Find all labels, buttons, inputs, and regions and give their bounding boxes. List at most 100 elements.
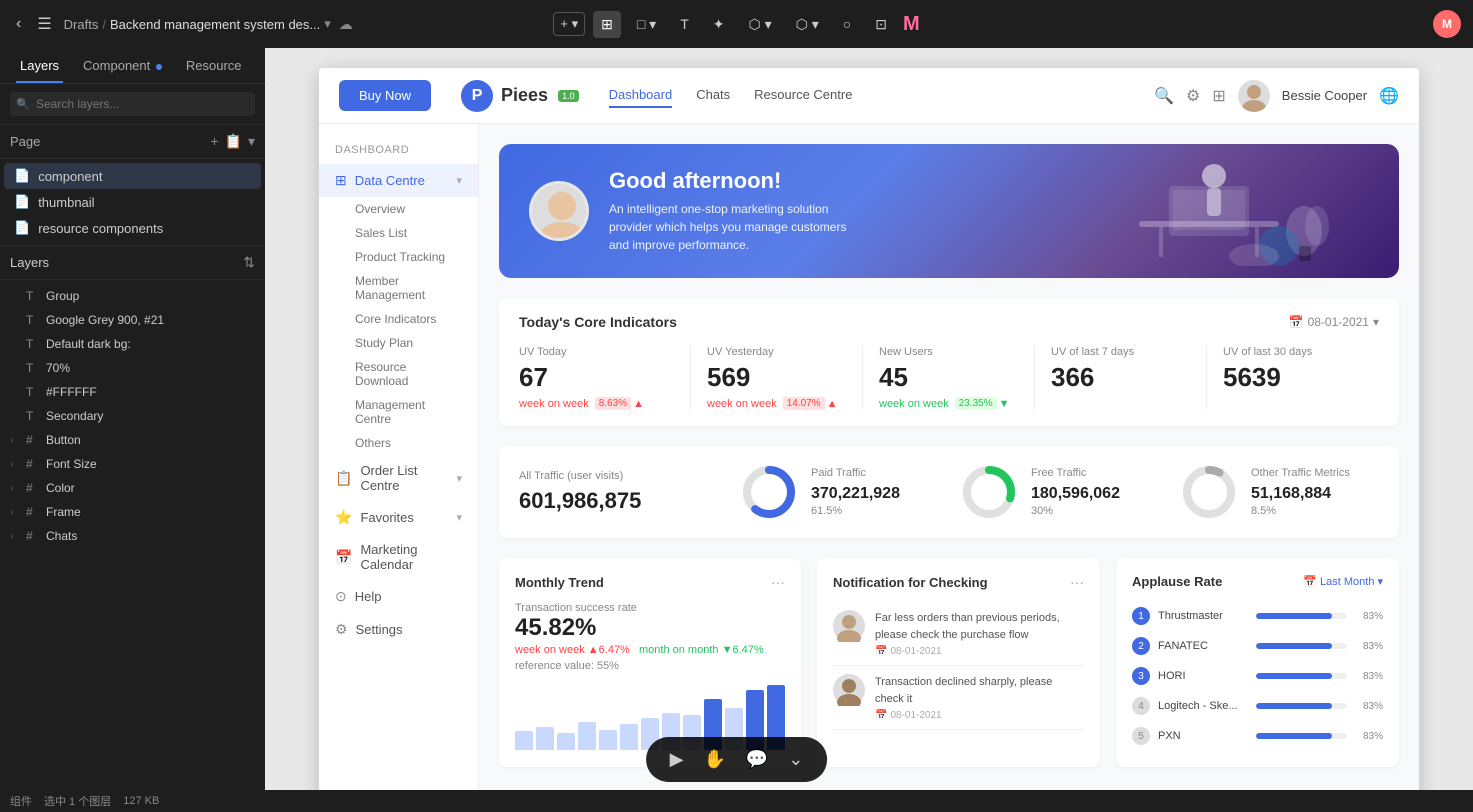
add-button[interactable]: + ▾ — [553, 12, 585, 36]
back-icon[interactable]: ‹ — [12, 11, 25, 37]
applause-pct-2: 83% — [1355, 671, 1383, 682]
layer-label-darkbg: Default dark bg: — [46, 337, 131, 351]
indicator-label-uv7: UV of last 7 days — [1051, 346, 1190, 358]
layer-item-fontsize[interactable]: › # Font Size — [0, 452, 265, 476]
canvas-area[interactable]: Buy Now P Piees 1.0 Dashboard Chats Reso… — [265, 48, 1473, 812]
layer-label-color: Color — [46, 481, 75, 495]
layer-expand-chats: › — [10, 531, 20, 542]
search-box — [0, 84, 265, 125]
layer-item-button[interactable]: › # Button — [0, 428, 265, 452]
monthly-trend-card: Monthly Trend ··· Transaction success ra… — [499, 558, 801, 767]
globe-icon[interactable]: 🌐 — [1379, 86, 1399, 106]
sidebar-sub-management[interactable]: Management Centre — [319, 393, 478, 431]
slice-tool[interactable]: ⊡ — [867, 11, 895, 38]
indicator-new-users: New Users 45 week on week 23.35% ▼ — [863, 346, 1035, 410]
sidebar-sub-others[interactable]: Others — [319, 431, 478, 455]
applause-bar-fill-2 — [1256, 673, 1332, 679]
float-tool-hand[interactable]: ✋ — [699, 745, 729, 774]
sidebar-sub-member[interactable]: Member Management — [319, 269, 478, 307]
float-tool-select[interactable]: ▶ — [666, 745, 688, 774]
sidebar-sub-overview[interactable]: Overview — [319, 197, 478, 221]
applause-item-4: 5 PXN 83% — [1132, 721, 1383, 751]
layer-item-group[interactable]: T Group — [0, 284, 265, 308]
circle-tool[interactable]: ○ — [835, 11, 859, 37]
pen-tool[interactable]: ✦ — [705, 11, 733, 38]
tab-layers[interactable]: Layers — [8, 48, 71, 83]
sidebar-item-orderlist[interactable]: 📋 Order List Centre ▾ — [319, 455, 478, 501]
tab-component[interactable]: Component — [71, 48, 174, 83]
sidebar-sub-product[interactable]: Product Tracking — [319, 245, 478, 269]
tab-resource[interactable]: Resource — [174, 48, 254, 83]
trend-week-change: week on week ▲6.47% — [515, 644, 630, 656]
shape-tool[interactable]: ⬡ ▾ — [741, 11, 780, 38]
traffic-other: Other Traffic Metrics 51,168,884 8.5% — [1179, 462, 1379, 522]
layer-item-grey[interactable]: T Google Grey 900, #21 — [0, 308, 265, 332]
nav-chats[interactable]: Chats — [696, 83, 730, 108]
page-chevron-icon[interactable]: ▾ — [248, 133, 255, 150]
indicator-label-newusers: New Users — [879, 346, 1018, 358]
frame-tool[interactable]: ⊞ — [593, 11, 621, 38]
layers-sort-icon[interactable]: ⇅ — [243, 254, 255, 271]
page-icon-resource: 📄 — [14, 220, 30, 236]
float-tool-comment[interactable]: 💬 — [742, 745, 772, 774]
sidebar-item-datacentre[interactable]: ⊞ Data Centre ▾ — [319, 164, 478, 197]
traffic-all: All Traffic (user visits) 601,986,875 — [519, 470, 719, 514]
page-item-thumbnail[interactable]: 📄 thumbnail — [4, 189, 261, 215]
banner-avatar — [529, 181, 589, 241]
sidebar-sub-saleslist[interactable]: Sales List — [319, 221, 478, 245]
sidebar-item-help[interactable]: ⊙ Help — [319, 580, 478, 613]
breadcrumb-chevron[interactable]: ▾ — [324, 16, 331, 32]
monthly-trend-more[interactable]: ··· — [771, 574, 785, 590]
rect-tool[interactable]: □ ▾ — [629, 11, 664, 38]
page-item-resource[interactable]: 📄 resource components — [4, 215, 261, 241]
notif-date-0: 📅 08-01-2021 — [875, 646, 1084, 657]
layer-item-white[interactable]: T #FFFFFF — [0, 380, 265, 404]
indicators-section: Today's Core Indicators 📅 08-01-2021 ▾ U… — [499, 298, 1399, 426]
search-input[interactable] — [10, 92, 255, 116]
buy-now-button[interactable]: Buy Now — [339, 80, 431, 111]
traffic-paid: Paid Traffic 370,221,928 61.5% — [739, 462, 939, 522]
layer-item-secondary[interactable]: T Secondary — [0, 404, 265, 428]
sidebar-sub-core[interactable]: Core Indicators — [319, 307, 478, 331]
sidebar-item-calendar[interactable]: 📅 Marketing Calendar — [319, 534, 478, 580]
sidebar-icon-orderlist: 📋 — [335, 470, 352, 487]
sidebar-sub-study[interactable]: Study Plan — [319, 331, 478, 355]
layer-icon-darkbg: T — [26, 337, 40, 351]
trend-ref: reference value: 55% — [515, 660, 785, 672]
notification-item-1: Transaction declined sharply, please che… — [833, 666, 1084, 730]
nav-resource[interactable]: Resource Centre — [754, 83, 852, 108]
indicator-value-uvtoday: 67 — [519, 362, 674, 393]
layer-item-frame[interactable]: › # Frame — [0, 500, 265, 524]
applause-period[interactable]: 📅 Last Month ▾ — [1303, 575, 1383, 588]
indicators-header: Today's Core Indicators 📅 08-01-2021 ▾ — [519, 314, 1379, 330]
page-items: 📄 component 📄 thumbnail 📄 resource compo… — [0, 159, 265, 246]
nav-dashboard[interactable]: Dashboard — [609, 83, 673, 108]
bar-3 — [578, 722, 596, 750]
special-tool[interactable]: M — [903, 13, 920, 36]
sidebar-item-settings[interactable]: ⚙ Settings — [319, 613, 478, 646]
menu-icon[interactable]: ☰ — [33, 10, 55, 38]
date-chevron[interactable]: ▾ — [1373, 315, 1379, 329]
component-tool[interactable]: ⬡ ▾ — [788, 11, 827, 38]
page-options-icon[interactable]: 📋 — [225, 133, 242, 150]
page-item-component[interactable]: 📄 component — [4, 163, 261, 189]
layer-item-darkbg[interactable]: T Default dark bg: — [0, 332, 265, 356]
grid-icon[interactable]: ⊞ — [1212, 86, 1225, 106]
layer-label-70: 70% — [46, 361, 70, 375]
dashboard-topnav: Buy Now P Piees 1.0 Dashboard Chats Reso… — [319, 68, 1419, 124]
layer-item-chats[interactable]: › # Chats — [0, 524, 265, 548]
layer-icon-70: T — [26, 361, 40, 375]
sidebar-sub-resource[interactable]: Resource Download — [319, 355, 478, 393]
settings-icon[interactable]: ⚙ — [1186, 86, 1200, 106]
layer-item-70[interactable]: T 70% — [0, 356, 265, 380]
float-tool-more[interactable]: ⌄ — [784, 745, 807, 774]
sidebar-item-favorites[interactable]: ⭐ Favorites ▾ — [319, 501, 478, 534]
add-page-icon[interactable]: + — [210, 133, 218, 150]
text-tool[interactable]: T — [672, 11, 697, 37]
layers-header: Layers ⇅ — [0, 246, 265, 280]
applause-bar-fill-4 — [1256, 733, 1332, 739]
calendar-icon: 📅 — [1289, 315, 1304, 329]
notification-more[interactable]: ··· — [1070, 574, 1084, 590]
layer-item-color[interactable]: › # Color — [0, 476, 265, 500]
search-icon[interactable]: 🔍 — [1154, 86, 1174, 106]
